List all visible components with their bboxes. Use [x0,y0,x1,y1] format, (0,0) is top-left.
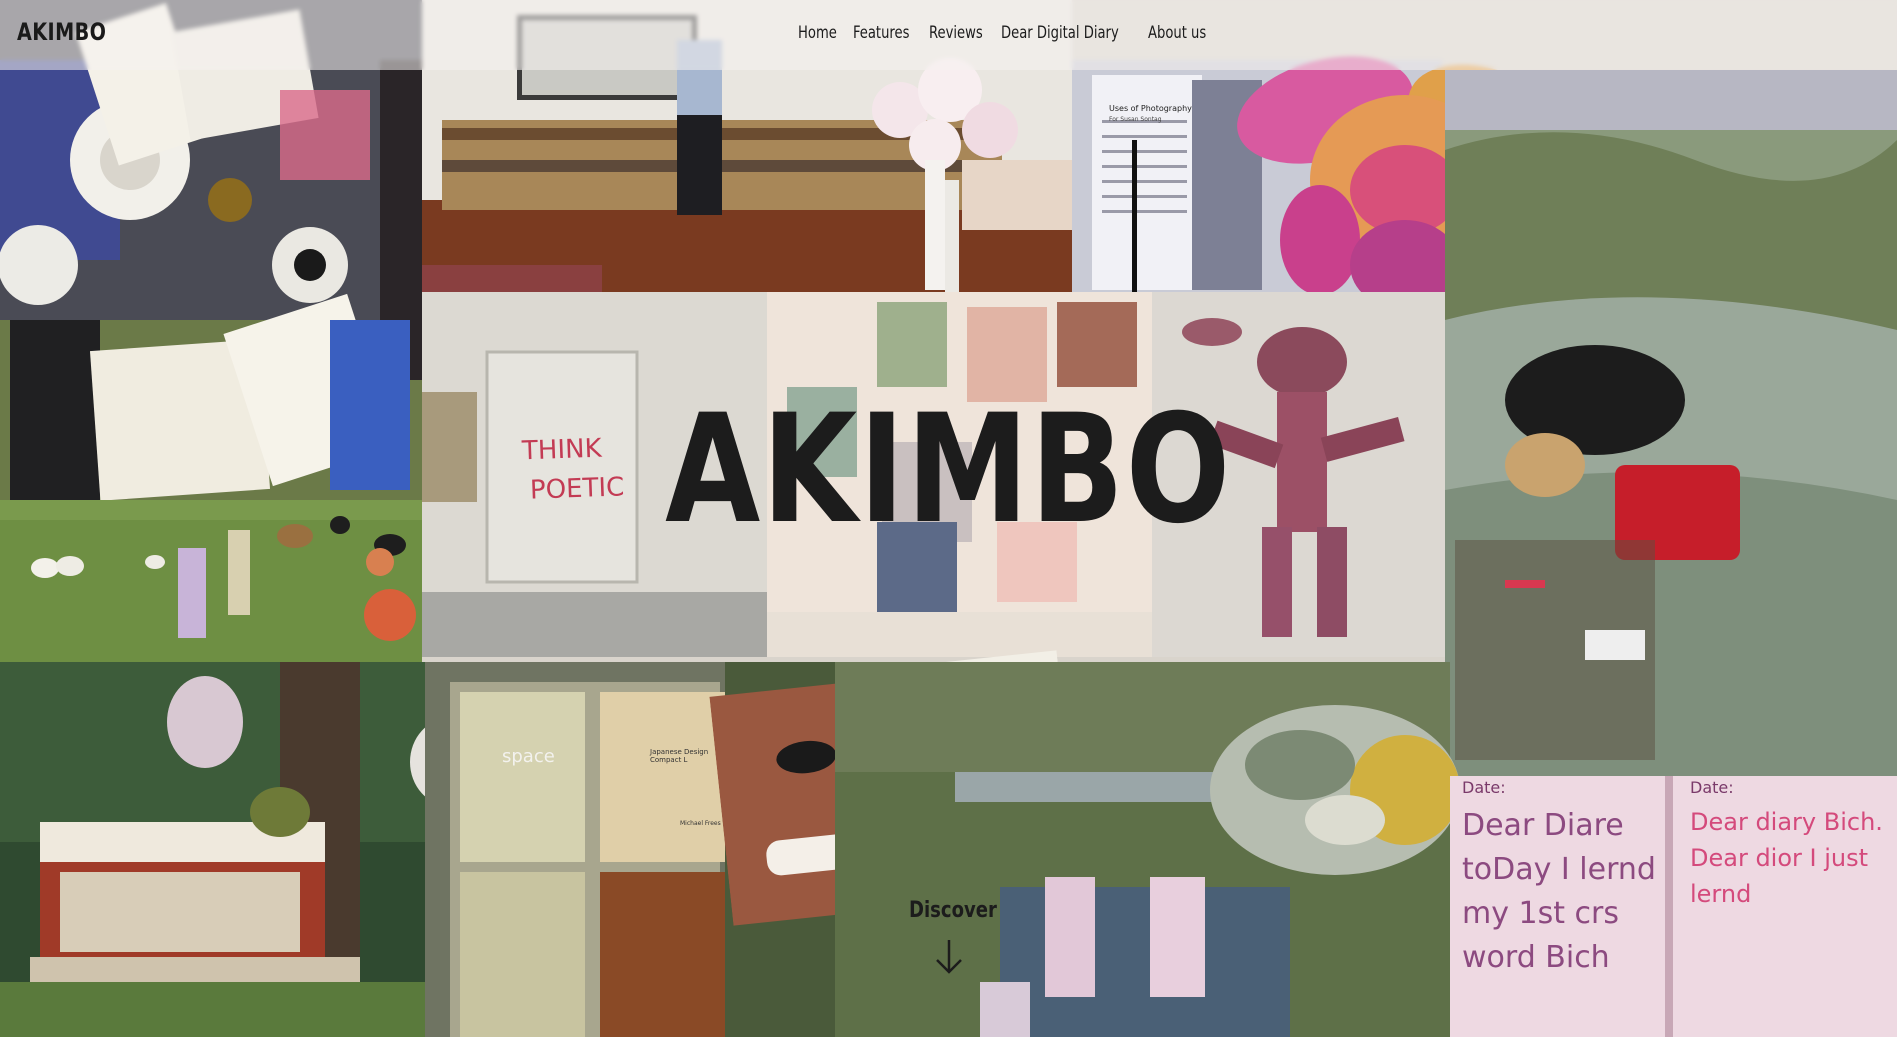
paper-title: Uses of Photography [1109,104,1192,113]
nav-features[interactable]: Features [853,23,909,43]
forest-house-photo [0,662,425,1037]
brand-logo[interactable]: AKIMBO [17,18,106,46]
nav-reviews[interactable]: Reviews [929,23,983,43]
diary-pages-photo: Date: Dear Diare toDay I lernd my 1st cr… [1450,776,1897,1037]
diary-right-text: Dear diary Bich. Dear dior I just lernd [1690,808,1883,908]
nav-about-us[interactable]: About us [1148,23,1206,43]
diary-right-date: Date: [1690,778,1734,797]
discover-link[interactable]: Discover [909,898,997,923]
nav-home[interactable]: Home [798,23,837,43]
space-book-word: space [502,746,555,767]
arrow-down-icon[interactable] [932,938,966,976]
nav-dear-digital-diary[interactable]: Dear Digital Diary [1001,23,1119,43]
mossy-stone-photo [1205,700,1465,880]
main-nav: Home Features Reviews Dear Digital Diary… [798,23,1208,43]
space-book-author: Michael Frees [680,820,721,827]
diary-left-text: Dear Diare toDay I lernd my 1st crs word… [1462,808,1656,975]
hero-title: AKIMBO [665,383,1232,557]
diary-left-date: Date: [1462,778,1506,797]
paper-subtitle: For Susan Sontag [1109,116,1162,123]
top-navigation-bar: AKIMBO Home Features Reviews Dear Digita… [0,0,1897,70]
